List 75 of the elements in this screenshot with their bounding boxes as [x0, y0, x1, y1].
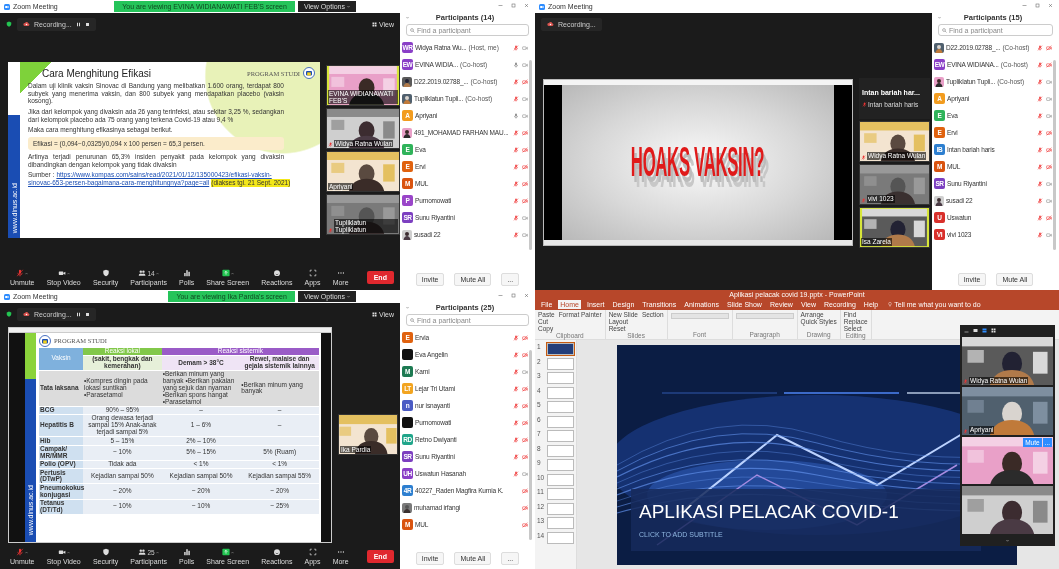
caret-icon[interactable]	[66, 550, 70, 554]
grid-icon[interactable]	[991, 328, 996, 334]
dropdown-field[interactable]	[670, 313, 729, 319]
mic-muted-icon	[16, 548, 25, 556]
zoom-logo-icon	[539, 3, 545, 10]
search-icon	[942, 27, 947, 33]
close-icon[interactable]	[524, 293, 529, 298]
speaker-view-icon[interactable]	[982, 328, 987, 334]
emoji-icon	[272, 269, 281, 277]
minimize-icon[interactable]	[1022, 3, 1027, 8]
slide-thumbnail[interactable]	[547, 372, 574, 384]
zoom-logo-icon	[4, 3, 10, 10]
slide-thumbnail[interactable]	[547, 444, 574, 457]
bar-chart-icon	[182, 269, 191, 277]
minimize-icon[interactable]	[964, 328, 969, 334]
camera-icon	[57, 269, 66, 277]
apps-icon	[308, 269, 317, 277]
restore-icon[interactable]	[511, 293, 516, 298]
dropdown-field[interactable]	[735, 313, 794, 319]
share-screen-icon	[221, 269, 230, 277]
slide-thumbnail[interactable]	[547, 343, 574, 355]
search-icon	[410, 317, 415, 323]
grid-icon[interactable]	[371, 21, 377, 27]
restore-icon[interactable]	[511, 3, 516, 8]
slide-thumbnail[interactable]	[547, 415, 574, 428]
caret-icon[interactable]	[230, 271, 234, 275]
slide-title: Cara Menghitung Efikasi	[41, 67, 151, 79]
stop-icon[interactable]	[84, 311, 90, 317]
scrollbar[interactable]	[529, 60, 532, 250]
video-heading: HOAKS VAKSIN?	[631, 138, 765, 187]
slide-thumbnail[interactable]	[547, 430, 574, 442]
zoom-logo-icon	[4, 293, 10, 300]
slide-thumbnail[interactable]	[547, 488, 574, 500]
grid-icon[interactable]	[371, 311, 377, 317]
university-logo-icon	[303, 67, 315, 79]
scrollbar[interactable]	[1053, 60, 1056, 250]
minimize-icon[interactable]	[498, 293, 503, 298]
layout-icon[interactable]	[973, 328, 978, 334]
slide-thumbnail[interactable]	[547, 531, 574, 544]
slide-thumbnail[interactable]	[547, 386, 574, 399]
slide-thumbnail[interactable]	[547, 357, 574, 370]
shield-icon	[101, 269, 110, 277]
pause-icon[interactable]	[75, 311, 81, 317]
emoji-icon	[272, 548, 281, 556]
search-icon	[410, 27, 415, 33]
slide-thumbnail[interactable]	[547, 459, 574, 471]
close-icon[interactable]	[1048, 3, 1053, 8]
pause-icon[interactable]	[75, 21, 81, 27]
stop-icon[interactable]	[84, 21, 90, 27]
shield-check-icon[interactable]	[6, 21, 12, 27]
slide-thumbnail[interactable]	[547, 473, 574, 486]
shield-check-icon[interactable]	[6, 311, 12, 317]
participants-icon	[138, 548, 147, 556]
slide-thumbnail[interactable]	[547, 517, 574, 529]
lightbulb-icon	[888, 302, 893, 307]
mic-muted-icon	[16, 269, 25, 277]
caret-icon[interactable]	[66, 271, 70, 275]
minimize-icon[interactable]	[498, 3, 503, 8]
close-icon[interactable]	[524, 3, 529, 8]
cloud-record-icon	[23, 21, 30, 27]
restore-icon[interactable]	[1035, 3, 1040, 8]
camera-icon	[57, 548, 66, 556]
slide-thumbnail[interactable]	[547, 502, 574, 515]
scrollbar[interactable]	[529, 350, 532, 540]
more-icon	[336, 269, 345, 277]
caret-icon[interactable]	[230, 550, 234, 554]
more-icon	[336, 548, 345, 556]
cloud-record-icon	[547, 21, 554, 27]
cloud-record-icon	[23, 311, 30, 317]
shield-icon	[101, 548, 110, 556]
apps-icon	[308, 548, 317, 556]
share-screen-icon	[221, 548, 230, 556]
bar-chart-icon	[182, 548, 191, 556]
participants-icon	[138, 269, 147, 277]
slide-thumbnail[interactable]	[547, 401, 574, 413]
